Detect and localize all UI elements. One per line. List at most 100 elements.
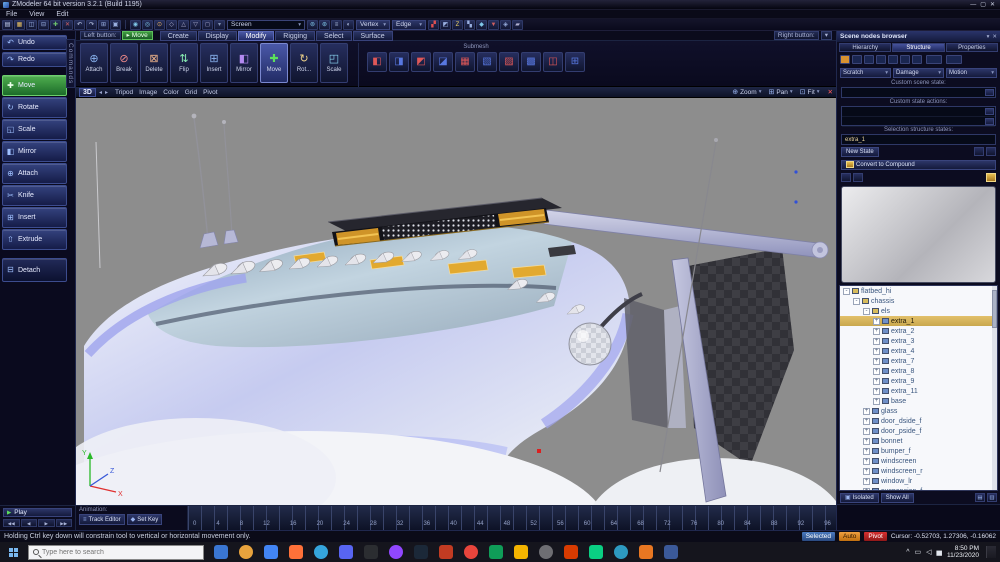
expander-icon[interactable]: - xyxy=(853,298,860,305)
expander-icon[interactable]: + xyxy=(863,468,870,475)
viewport-toggle[interactable]: Pivot xyxy=(203,89,217,96)
expander-icon[interactable]: + xyxy=(873,348,880,355)
toolbar-icon[interactable]: ◻ xyxy=(202,20,213,30)
tree-node[interactable]: - chassis xyxy=(840,296,997,306)
viewport-toggle[interactable]: Grid xyxy=(185,89,197,96)
ribbon-button[interactable]: ✚ Move xyxy=(260,43,288,83)
expander-icon[interactable]: + xyxy=(863,448,870,455)
expander-icon[interactable]: + xyxy=(873,338,880,345)
custom-state-actions-box[interactable] xyxy=(841,106,996,126)
search-input[interactable] xyxy=(42,549,182,556)
toolbar-icon[interactable]: ◫ xyxy=(26,20,37,30)
toolbar-icon[interactable]: ▦ xyxy=(14,20,25,30)
tree-scrollbar-thumb[interactable] xyxy=(992,290,997,328)
tree-node[interactable]: + bonnet xyxy=(840,436,997,446)
taskbar-search[interactable] xyxy=(28,545,204,560)
menu-item[interactable]: File xyxy=(6,11,17,18)
go-end-button[interactable]: ▶▶ xyxy=(56,519,73,527)
toolbar-icon[interactable]: ◐ xyxy=(343,20,354,30)
tray-keyboard-icon[interactable]: ▭ xyxy=(915,548,922,556)
network-icon[interactable]: ▅ xyxy=(937,548,942,556)
tree-node[interactable]: - flatbed_hi xyxy=(840,286,997,296)
toolbar-icon[interactable]: ▣ xyxy=(110,20,121,30)
taskbar-app-icon[interactable] xyxy=(339,545,353,559)
set-key-button[interactable]: ◆ Set Key xyxy=(127,514,163,525)
pivot-toggle[interactable]: Pivot xyxy=(864,532,886,541)
structure-state-button[interactable] xyxy=(876,55,886,64)
toolbar-icon[interactable]: ⊛ xyxy=(319,20,330,30)
mode-tab[interactable]: Create xyxy=(160,31,197,41)
expander-icon[interactable]: + xyxy=(863,428,870,435)
state-tool-icon[interactable] xyxy=(974,147,984,156)
submesh-icon-button[interactable]: ⊞ xyxy=(565,52,585,72)
submesh-icon-button[interactable]: ◧ xyxy=(367,52,387,72)
tool-button[interactable]: ⊞ Insert xyxy=(2,207,67,228)
toolbar-icon[interactable]: ◇ xyxy=(166,20,177,30)
grid-view-icon[interactable]: ▤ xyxy=(975,493,985,502)
viewport-toggle[interactable]: Tripod xyxy=(115,89,133,96)
taskbar-app-icon[interactable] xyxy=(539,545,553,559)
toolbar-icon[interactable]: ⊟ xyxy=(38,20,49,30)
structure-state-button[interactable] xyxy=(912,55,922,64)
minimize-icon[interactable]: — xyxy=(970,1,976,9)
structure-state-button[interactable] xyxy=(888,55,898,64)
viewport-3d[interactable]: Y X Z xyxy=(76,98,836,505)
compound-tool-icon[interactable] xyxy=(853,173,863,182)
panel-tab[interactable]: Hierarchy xyxy=(839,43,891,52)
viewport-toggle[interactable]: Image xyxy=(139,89,157,96)
undo-button[interactable]: ↶ Undo xyxy=(2,35,67,50)
state-action-row[interactable] xyxy=(842,107,995,117)
submesh-icon-button[interactable]: ▦ xyxy=(455,52,475,72)
toolbar-icon[interactable]: ⊞ xyxy=(98,20,109,30)
ribbon-button[interactable]: ◧ Mirror xyxy=(230,43,258,83)
action-center-button[interactable] xyxy=(986,546,996,558)
toolbar-icon[interactable]: ◩ xyxy=(440,20,451,30)
taskbar-app-icon[interactable] xyxy=(389,545,403,559)
expander-icon[interactable]: + xyxy=(873,388,880,395)
expander-icon[interactable]: - xyxy=(863,308,870,315)
apply-state-button[interactable] xyxy=(985,89,994,96)
ribbon-button[interactable]: ↻ Rot... xyxy=(290,43,318,83)
tool-button[interactable]: ✂ Knife xyxy=(2,185,67,206)
expander-icon[interactable]: + xyxy=(873,358,880,365)
tree-node[interactable]: + extra_1 xyxy=(840,316,997,326)
maximize-icon[interactable]: ▢ xyxy=(980,1,986,9)
taskbar-app-icon[interactable] xyxy=(514,545,528,559)
tree-node[interactable]: + extra_2 xyxy=(840,326,997,336)
mode-tab[interactable]: Surface xyxy=(353,31,393,41)
state-action-button[interactable] xyxy=(985,118,994,125)
toolbar-icon[interactable]: ▞ xyxy=(428,20,439,30)
expander-icon[interactable]: + xyxy=(863,418,870,425)
zoom-button[interactable]: ⊕ Zoom ▾ xyxy=(730,88,763,96)
structure-state-button[interactable] xyxy=(900,55,910,64)
start-button[interactable] xyxy=(2,542,24,562)
tree-node[interactable]: + door_dside_f xyxy=(840,416,997,426)
panel-pin-icon[interactable]: ▾ xyxy=(987,34,990,40)
structure-states-list[interactable]: extra_1 xyxy=(841,134,996,145)
taskbar-app-icon[interactable] xyxy=(489,545,503,559)
structure-state-button[interactable] xyxy=(840,55,850,64)
tool-button[interactable]: ⊕ Attach xyxy=(2,163,67,184)
submesh-icon-button[interactable]: ◫ xyxy=(543,52,563,72)
tree-scrollbar[interactable] xyxy=(992,286,997,490)
expander-icon[interactable]: + xyxy=(873,328,880,335)
tool-button[interactable]: ↻ Rotate xyxy=(2,97,67,118)
tool-button[interactable]: ◧ Mirror xyxy=(2,141,67,162)
submesh-icon-button[interactable]: ◪ xyxy=(433,52,453,72)
go-start-button[interactable]: ◀◀ xyxy=(3,519,20,527)
submesh-icon-button[interactable]: ▩ xyxy=(521,52,541,72)
new-state-button[interactable]: New State xyxy=(841,147,879,157)
toolbar-icon[interactable]: ◎ xyxy=(142,20,153,30)
tree-node[interactable]: + suspension_f xyxy=(840,486,997,491)
taskbar-app-icon[interactable] xyxy=(364,545,378,559)
mode-tab[interactable]: Display xyxy=(198,31,237,41)
tree-node[interactable]: + extra_9 xyxy=(840,376,997,386)
ribbon-button[interactable]: ⇅ Flip xyxy=(170,43,198,83)
fit-button[interactable]: ⊡ Fit ▾ xyxy=(798,88,822,96)
track-editor-button[interactable]: ≡ Track Editor xyxy=(79,514,125,525)
structure-extra-button[interactable] xyxy=(946,55,962,64)
mode-tab[interactable]: Modify xyxy=(238,31,275,41)
tree-node[interactable]: + window_lr xyxy=(840,476,997,486)
taskbar-app-icon[interactable] xyxy=(564,545,578,559)
state-tool-icon[interactable] xyxy=(986,147,996,156)
